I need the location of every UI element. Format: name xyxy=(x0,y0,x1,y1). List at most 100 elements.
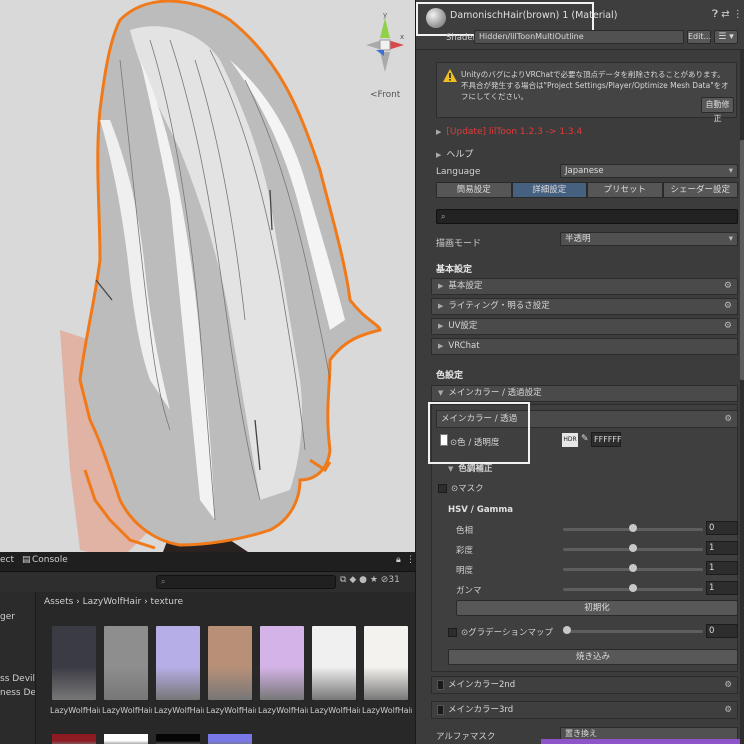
view-orientation-label[interactable]: <Front xyxy=(370,90,400,100)
slider-knob[interactable] xyxy=(629,524,637,532)
bake-button[interactable]: 焼き込み xyxy=(448,649,738,665)
lock-icon[interactable]: 🔒︎ xyxy=(396,555,401,565)
breadcrumb[interactable]: Assets › LazyWolfHair › texture xyxy=(44,597,183,607)
texture-thumbnail[interactable] xyxy=(104,626,148,700)
help-foldout[interactable]: ▶ ヘルプ xyxy=(436,147,473,160)
more-icon[interactable]: ⋮ xyxy=(733,9,743,20)
render-mode-dropdown[interactable]: 半透明 xyxy=(560,232,738,246)
gear-icon[interactable]: ⚙ xyxy=(724,702,732,718)
texture-thumbnail[interactable] xyxy=(208,734,252,744)
slider-knob[interactable] xyxy=(629,564,637,572)
texture-thumbnail[interactable] xyxy=(312,626,356,700)
foldout-arrow-icon: ▶ xyxy=(438,342,444,350)
tab-advanced[interactable]: 詳細設定 xyxy=(511,182,587,198)
auto-fix-button[interactable]: 自動修正 xyxy=(701,97,734,123)
gear-icon[interactable]: ⚙ xyxy=(724,411,732,427)
color-swatch[interactable] xyxy=(437,705,444,715)
fold-basic-settings[interactable]: ▶ 基本設定 ⚙ xyxy=(431,278,738,295)
hdr-button[interactable]: HDR xyxy=(562,433,578,447)
tab-preset[interactable]: プリセット xyxy=(587,182,663,198)
project-folder-tree[interactable]: ger ss Devil ness Devil xyxy=(0,592,36,744)
scrollbar-thumb[interactable] xyxy=(740,140,744,380)
fold-main-color[interactable]: ▼ メインカラー / 透過設定 xyxy=(431,385,738,402)
gradient-texture-slot[interactable] xyxy=(448,628,457,637)
fold-main-color-2nd[interactable]: メインカラー2nd ⚙ xyxy=(431,676,738,694)
fold-label: ライティング・明るさ設定 xyxy=(448,301,550,311)
texture-thumbnail[interactable] xyxy=(104,734,148,744)
saturation-slider[interactable] xyxy=(563,544,703,552)
scene-view[interactable]: y x <Front xyxy=(0,0,415,552)
brightness-slider[interactable] xyxy=(563,564,703,572)
tab-project[interactable]: ect xyxy=(0,555,14,565)
settings-icon[interactable]: ⇄ xyxy=(721,9,729,20)
gamma-value-input[interactable]: 1 xyxy=(706,581,738,595)
type-icon[interactable]: ● xyxy=(359,575,367,585)
edit-shader-button[interactable]: Edit... xyxy=(687,30,711,44)
help-icon[interactable]: ❓︎ xyxy=(712,9,718,20)
help-label: ヘルプ xyxy=(446,150,474,160)
hue-value-input[interactable]: 0 xyxy=(706,521,738,535)
tab-simple[interactable]: 簡易設定 xyxy=(436,182,512,198)
foldout-arrow-icon: ▼ xyxy=(438,389,444,397)
filter-icon[interactable]: ⧉ xyxy=(340,575,346,585)
texture-thumbnail[interactable] xyxy=(208,626,252,700)
main-color-swatch[interactable] xyxy=(440,434,448,446)
tree-item[interactable]: ness Devil xyxy=(0,688,35,698)
project-toolbar: ⌕ ⧉ ◆ ● ★ ⊘31 xyxy=(0,572,415,592)
color-swatch[interactable] xyxy=(437,680,444,690)
language-dropdown[interactable]: Japanese xyxy=(560,164,738,178)
slider-knob[interactable] xyxy=(629,544,637,552)
project-search-input[interactable]: ⌕ xyxy=(156,575,336,589)
gamma-slider[interactable] xyxy=(563,584,703,592)
shader-menu-button[interactable]: ☰ ▾ xyxy=(714,30,738,44)
texture-thumbnail[interactable] xyxy=(364,626,408,700)
fold-main-color-3rd[interactable]: メインカラー3rd ⚙ xyxy=(431,701,738,719)
hue-slider[interactable] xyxy=(563,524,703,532)
slider-knob[interactable] xyxy=(629,584,637,592)
texture-thumbnail[interactable] xyxy=(260,626,304,700)
texture-thumbnail[interactable] xyxy=(52,626,96,700)
color-alpha-label: ⊙色 / 透明度 xyxy=(450,438,500,448)
tree-item[interactable]: ger xyxy=(0,612,15,622)
color-adjust-foldout[interactable]: ▼ 色調補正 xyxy=(448,462,492,474)
thumbnail-label: LazyWolfHair(... xyxy=(154,706,204,715)
brightness-value-input[interactable]: 1 xyxy=(706,561,738,575)
slider-knob[interactable] xyxy=(563,626,571,634)
fold-lighting[interactable]: ▶ ライティング・明るさ設定 ⚙ xyxy=(431,298,738,315)
fold-uv[interactable]: ▶ UV設定 ⚙ xyxy=(431,318,738,335)
shader-dropdown[interactable]: Hidden/lilToonMultiOutline xyxy=(474,30,684,44)
texture-thumbnail[interactable] xyxy=(156,626,200,700)
tree-item[interactable]: ss Devil xyxy=(0,674,35,684)
gear-icon[interactable]: ⚙ xyxy=(724,299,732,314)
tab-console[interactable]: Console xyxy=(32,555,68,565)
eyedropper-icon[interactable]: ✎ xyxy=(581,434,589,444)
gamma-label: ガンマ xyxy=(456,586,482,596)
gradient-slider[interactable] xyxy=(563,626,703,634)
update-foldout[interactable]: ▶ [Update] lilToon 1.2.3 -> 1.3.4 xyxy=(436,127,582,137)
texture-thumbnail[interactable] xyxy=(52,734,96,744)
gradient-value-input[interactable]: 0 xyxy=(706,624,738,638)
gizmo-neg-y-axis[interactable] xyxy=(380,52,390,72)
gizmo-y-axis[interactable] xyxy=(380,18,390,38)
language-label: Language xyxy=(436,167,481,177)
reset-button[interactable]: 初期化 xyxy=(456,600,738,616)
saturation-label: 彩度 xyxy=(456,546,474,556)
more-icon[interactable]: ⋮ xyxy=(406,555,415,565)
orientation-gizmo[interactable]: y x xyxy=(362,8,408,78)
mask-row[interactable]: ⊙マスク xyxy=(438,482,484,494)
gear-icon[interactable]: ⚙ xyxy=(724,677,732,693)
label-icon[interactable]: ◆ xyxy=(349,575,356,585)
hex-color-input[interactable]: FFFFFF xyxy=(591,432,622,447)
gear-icon[interactable]: ⚙ xyxy=(724,279,732,294)
basic-section-title: 基本設定 xyxy=(436,265,473,275)
mask-texture-slot[interactable] xyxy=(438,484,447,493)
gear-icon[interactable]: ⚙ xyxy=(724,319,732,334)
tab-shader-settings[interactable]: シェーダー設定 xyxy=(662,182,738,198)
saturation-value-input[interactable]: 1 xyxy=(706,541,738,555)
gizmo-center[interactable] xyxy=(379,39,391,51)
property-search-input[interactable]: ⌕ xyxy=(436,209,738,224)
project-tab-bar: ect ▤ Console 🔒︎ ⋮ xyxy=(0,552,415,572)
star-icon[interactable]: ★ xyxy=(370,575,378,585)
fold-vrchat[interactable]: ▶ VRChat xyxy=(431,338,738,355)
texture-thumbnail[interactable] xyxy=(156,734,200,744)
